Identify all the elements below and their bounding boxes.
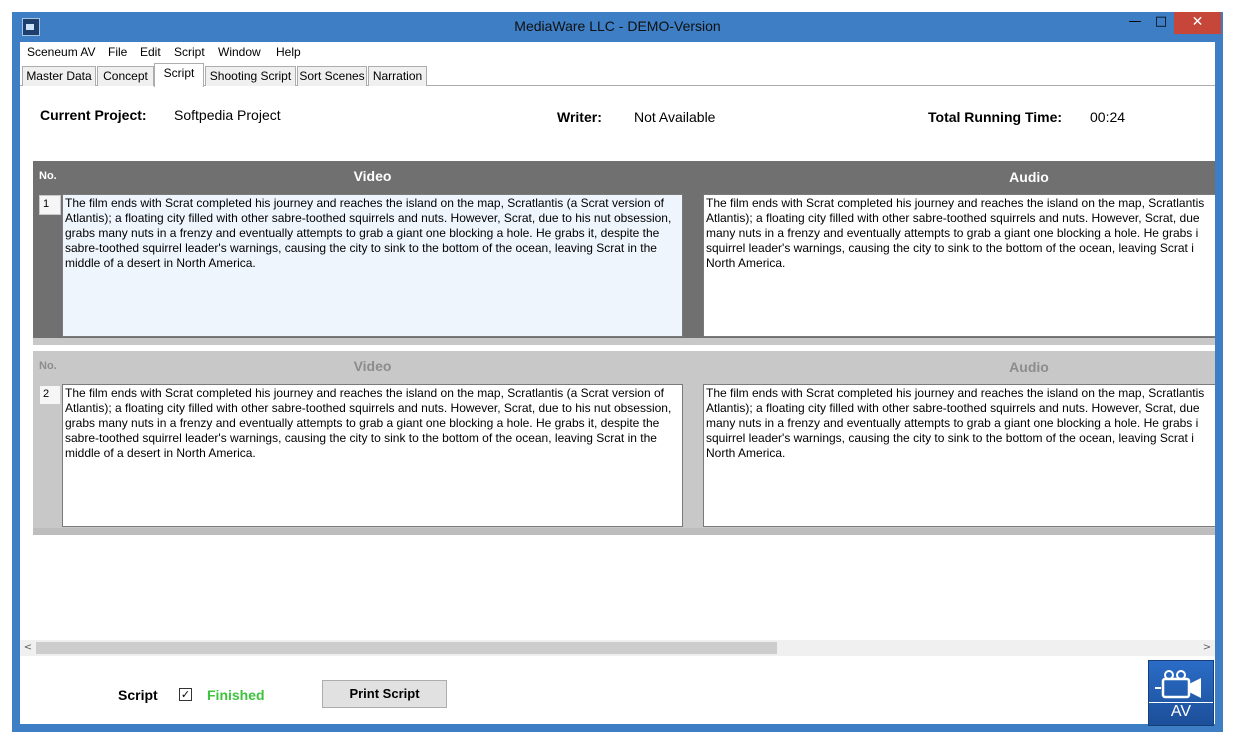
audio-text-line: North America. (706, 446, 786, 460)
minimize-button[interactable]: — (1122, 12, 1148, 34)
writer-value: Not Available (634, 109, 716, 125)
tab-bar: Master Data Concept Script Shooting Scri… (20, 63, 1215, 87)
tab-concept[interactable]: Concept (97, 66, 154, 86)
scene-number[interactable]: 1 (39, 195, 61, 215)
close-button[interactable]: ✕ (1174, 12, 1221, 34)
menu-window[interactable]: Window (218, 45, 261, 59)
current-project-value: Softpedia Project (174, 107, 281, 123)
tab-master-data[interactable]: Master Data (22, 66, 96, 86)
scroll-left-arrow[interactable]: < (20, 640, 36, 656)
script-status-label: Script (118, 687, 158, 703)
audio-text-line: Atlantis); a floating city filled with o… (706, 401, 1200, 415)
audio-text-line: Atlantis); a floating city filled with o… (706, 211, 1200, 225)
tab-shooting-script[interactable]: Shooting Script (205, 66, 296, 86)
scene-number-header: No. (39, 170, 57, 182)
audio-text-line: many nuts in a frenzy and eventually att… (706, 226, 1199, 240)
video-text-area[interactable]: The film ends with Scrat completed his j… (62, 384, 683, 527)
tab-sort-scenes[interactable]: Sort Scenes (297, 66, 367, 86)
audio-text-line: many nuts in a frenzy and eventually att… (706, 416, 1199, 430)
audio-text-area[interactable]: The film ends with Scrat completed his j… (703, 384, 1215, 527)
scene-row[interactable]: No. Video Audio 2 The film ends with Scr… (33, 351, 1215, 535)
menu-help[interactable]: Help (276, 45, 301, 59)
app-window: MediaWare LLC - DEMO-Version — □ ✕ Scene… (12, 12, 1223, 732)
video-camera-icon (1155, 670, 1201, 699)
menu-script[interactable]: Script (174, 45, 205, 59)
menu-file[interactable]: File (108, 45, 127, 59)
tab-script[interactable]: Script (154, 63, 204, 87)
running-time-label: Total Running Time: (928, 109, 1063, 125)
writer-label: Writer: (557, 109, 602, 125)
scene-number-header: No. (39, 360, 57, 372)
horizontal-scrollbar[interactable]: < > (20, 640, 1215, 656)
audio-text-line: squirrel leader's warnings, causing the … (706, 241, 1194, 255)
audio-text-line: The film ends with Scrat completed his j… (706, 386, 1205, 400)
audio-text-line: North America. (706, 256, 786, 270)
logo-text: AV (1149, 702, 1213, 721)
current-project-label: Current Project: (40, 107, 147, 123)
audio-column-header: Audio (1009, 169, 1049, 185)
audio-column-header: Audio (1009, 359, 1049, 375)
video-column-header: Video (353, 358, 392, 374)
scene-divider (33, 338, 1215, 345)
tab-narration[interactable]: Narration (368, 66, 427, 86)
finished-label: Finished (207, 687, 265, 703)
video-column-header: Video (353, 168, 392, 184)
scene-number[interactable]: 2 (39, 385, 61, 405)
video-text-area[interactable]: The film ends with Scrat completed his j… (62, 194, 683, 337)
client-area: Sceneum AV File Edit Script Window Help … (20, 42, 1215, 726)
maximize-button[interactable]: □ (1148, 12, 1174, 34)
menu-edit[interactable]: Edit (140, 45, 161, 59)
scene-row[interactable]: No. Video Audio 1 The film ends with Scr… (33, 161, 1215, 345)
print-script-button[interactable]: Print Script (322, 680, 447, 708)
av-logo: AV (1148, 660, 1214, 726)
audio-text-line: squirrel leader's warnings, causing the … (706, 431, 1194, 445)
title-bar[interactable]: MediaWare LLC - DEMO-Version — □ ✕ (12, 12, 1223, 42)
menu-sceneum-av[interactable]: Sceneum AV (27, 45, 95, 59)
scene-divider (33, 528, 1215, 535)
scrollbar-thumb[interactable] (36, 642, 777, 654)
running-time-value: 00:24 (1090, 109, 1126, 125)
scroll-right-arrow[interactable]: > (1199, 640, 1215, 656)
window-title: MediaWare LLC - DEMO-Version (514, 18, 721, 34)
audio-text-area[interactable]: The film ends with Scrat completed his j… (703, 194, 1215, 337)
menu-bar: Sceneum AV File Edit Script Window Help (20, 42, 1215, 63)
finished-checkbox[interactable]: ✓ (179, 688, 192, 701)
audio-text-line: The film ends with Scrat completed his j… (706, 196, 1205, 210)
